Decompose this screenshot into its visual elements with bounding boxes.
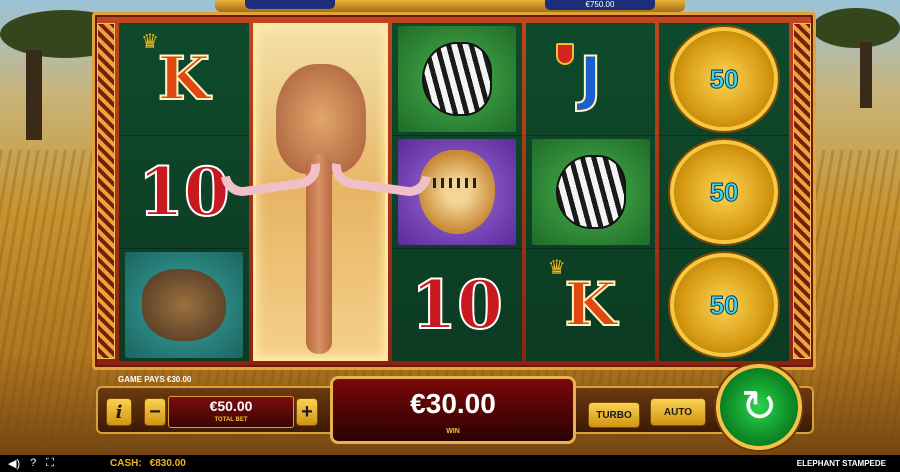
top-bar-left-panel: [245, 0, 335, 9]
autoplay-button[interactable]: AUTO: [650, 398, 706, 426]
total-bet-value: €50.00: [209, 398, 253, 414]
acacia-tree-right: [812, 8, 900, 108]
increase-bet-button[interactable]: +: [296, 398, 318, 426]
symbol-k: ♛ K: [547, 257, 618, 341]
coin-icon: 50: [670, 27, 779, 131]
elephant-icon: [268, 54, 368, 354]
status-icons: ◀) ? ⛶: [0, 457, 110, 470]
spin-button[interactable]: ↻: [716, 364, 802, 450]
shield-icon: [555, 43, 574, 65]
win-display: €30.00 WIN: [330, 376, 576, 444]
reel-frame: ♛ K 10 10 J ♛ K 50 50 50: [92, 12, 816, 370]
symbol-coin-50: 50: [659, 249, 789, 361]
game-title: ELEPHANT STAMPEDE: [796, 459, 886, 468]
coin-icon: 50: [670, 140, 779, 244]
reel-5: 50 50 50: [659, 23, 789, 361]
win-label: WIN: [446, 428, 460, 435]
cash-label: CASH:: [110, 458, 142, 469]
symbol-zebra: [392, 23, 522, 136]
top-balance-display: €750.00: [545, 0, 655, 10]
zebra-icon: [397, 26, 516, 132]
symbol-coin-50: 50: [659, 23, 789, 136]
symbol-zebra: [525, 136, 656, 249]
control-bar: i − €50.00 TOTAL BET + €30.00 WIN TURBO …: [96, 376, 814, 444]
sound-icon[interactable]: ◀): [8, 457, 20, 470]
symbol-j: J: [525, 23, 656, 136]
reels-area: ♛ K 10 10 J ♛ K 50 50 50: [119, 23, 789, 361]
spin-icon: ↻: [740, 382, 778, 431]
help-icon[interactable]: ?: [30, 457, 36, 470]
reel-2-elephant-wild: [252, 23, 389, 361]
wildebeest-icon: [124, 252, 243, 358]
win-value: €30.00: [410, 388, 496, 419]
turbo-button[interactable]: TURBO: [588, 402, 640, 428]
symbol-wildebeest: [119, 249, 249, 361]
frame-pattern-left: [97, 23, 115, 359]
symbol-ten: 10: [119, 136, 249, 249]
total-bet-display: €50.00 TOTAL BET: [168, 396, 294, 428]
decrease-bet-button[interactable]: −: [144, 398, 166, 426]
symbol-k: ♛ K: [119, 23, 249, 136]
game-pays-text: GAME PAYS €30.00: [118, 375, 192, 384]
cash-value: €830.00: [149, 458, 186, 469]
fullscreen-icon[interactable]: ⛶: [46, 457, 54, 470]
symbol-coin-50: 50: [659, 136, 789, 249]
crown-icon: ♛: [547, 257, 566, 279]
reel-4: J ♛ K: [525, 23, 656, 361]
frame-pattern-right: [793, 23, 811, 359]
zebra-icon: [531, 139, 650, 245]
crown-icon: ♛: [141, 31, 159, 53]
symbol-ten: 10: [410, 265, 504, 345]
top-bar: €750.00: [215, 0, 685, 12]
coin-icon: 50: [670, 253, 779, 357]
status-bar: ◀) ? ⛶ CASH: €830.00 ELEPHANT STAMPEDE: [0, 455, 900, 472]
total-bet-label: TOTAL BET: [214, 417, 248, 423]
info-button[interactable]: i: [106, 398, 132, 426]
